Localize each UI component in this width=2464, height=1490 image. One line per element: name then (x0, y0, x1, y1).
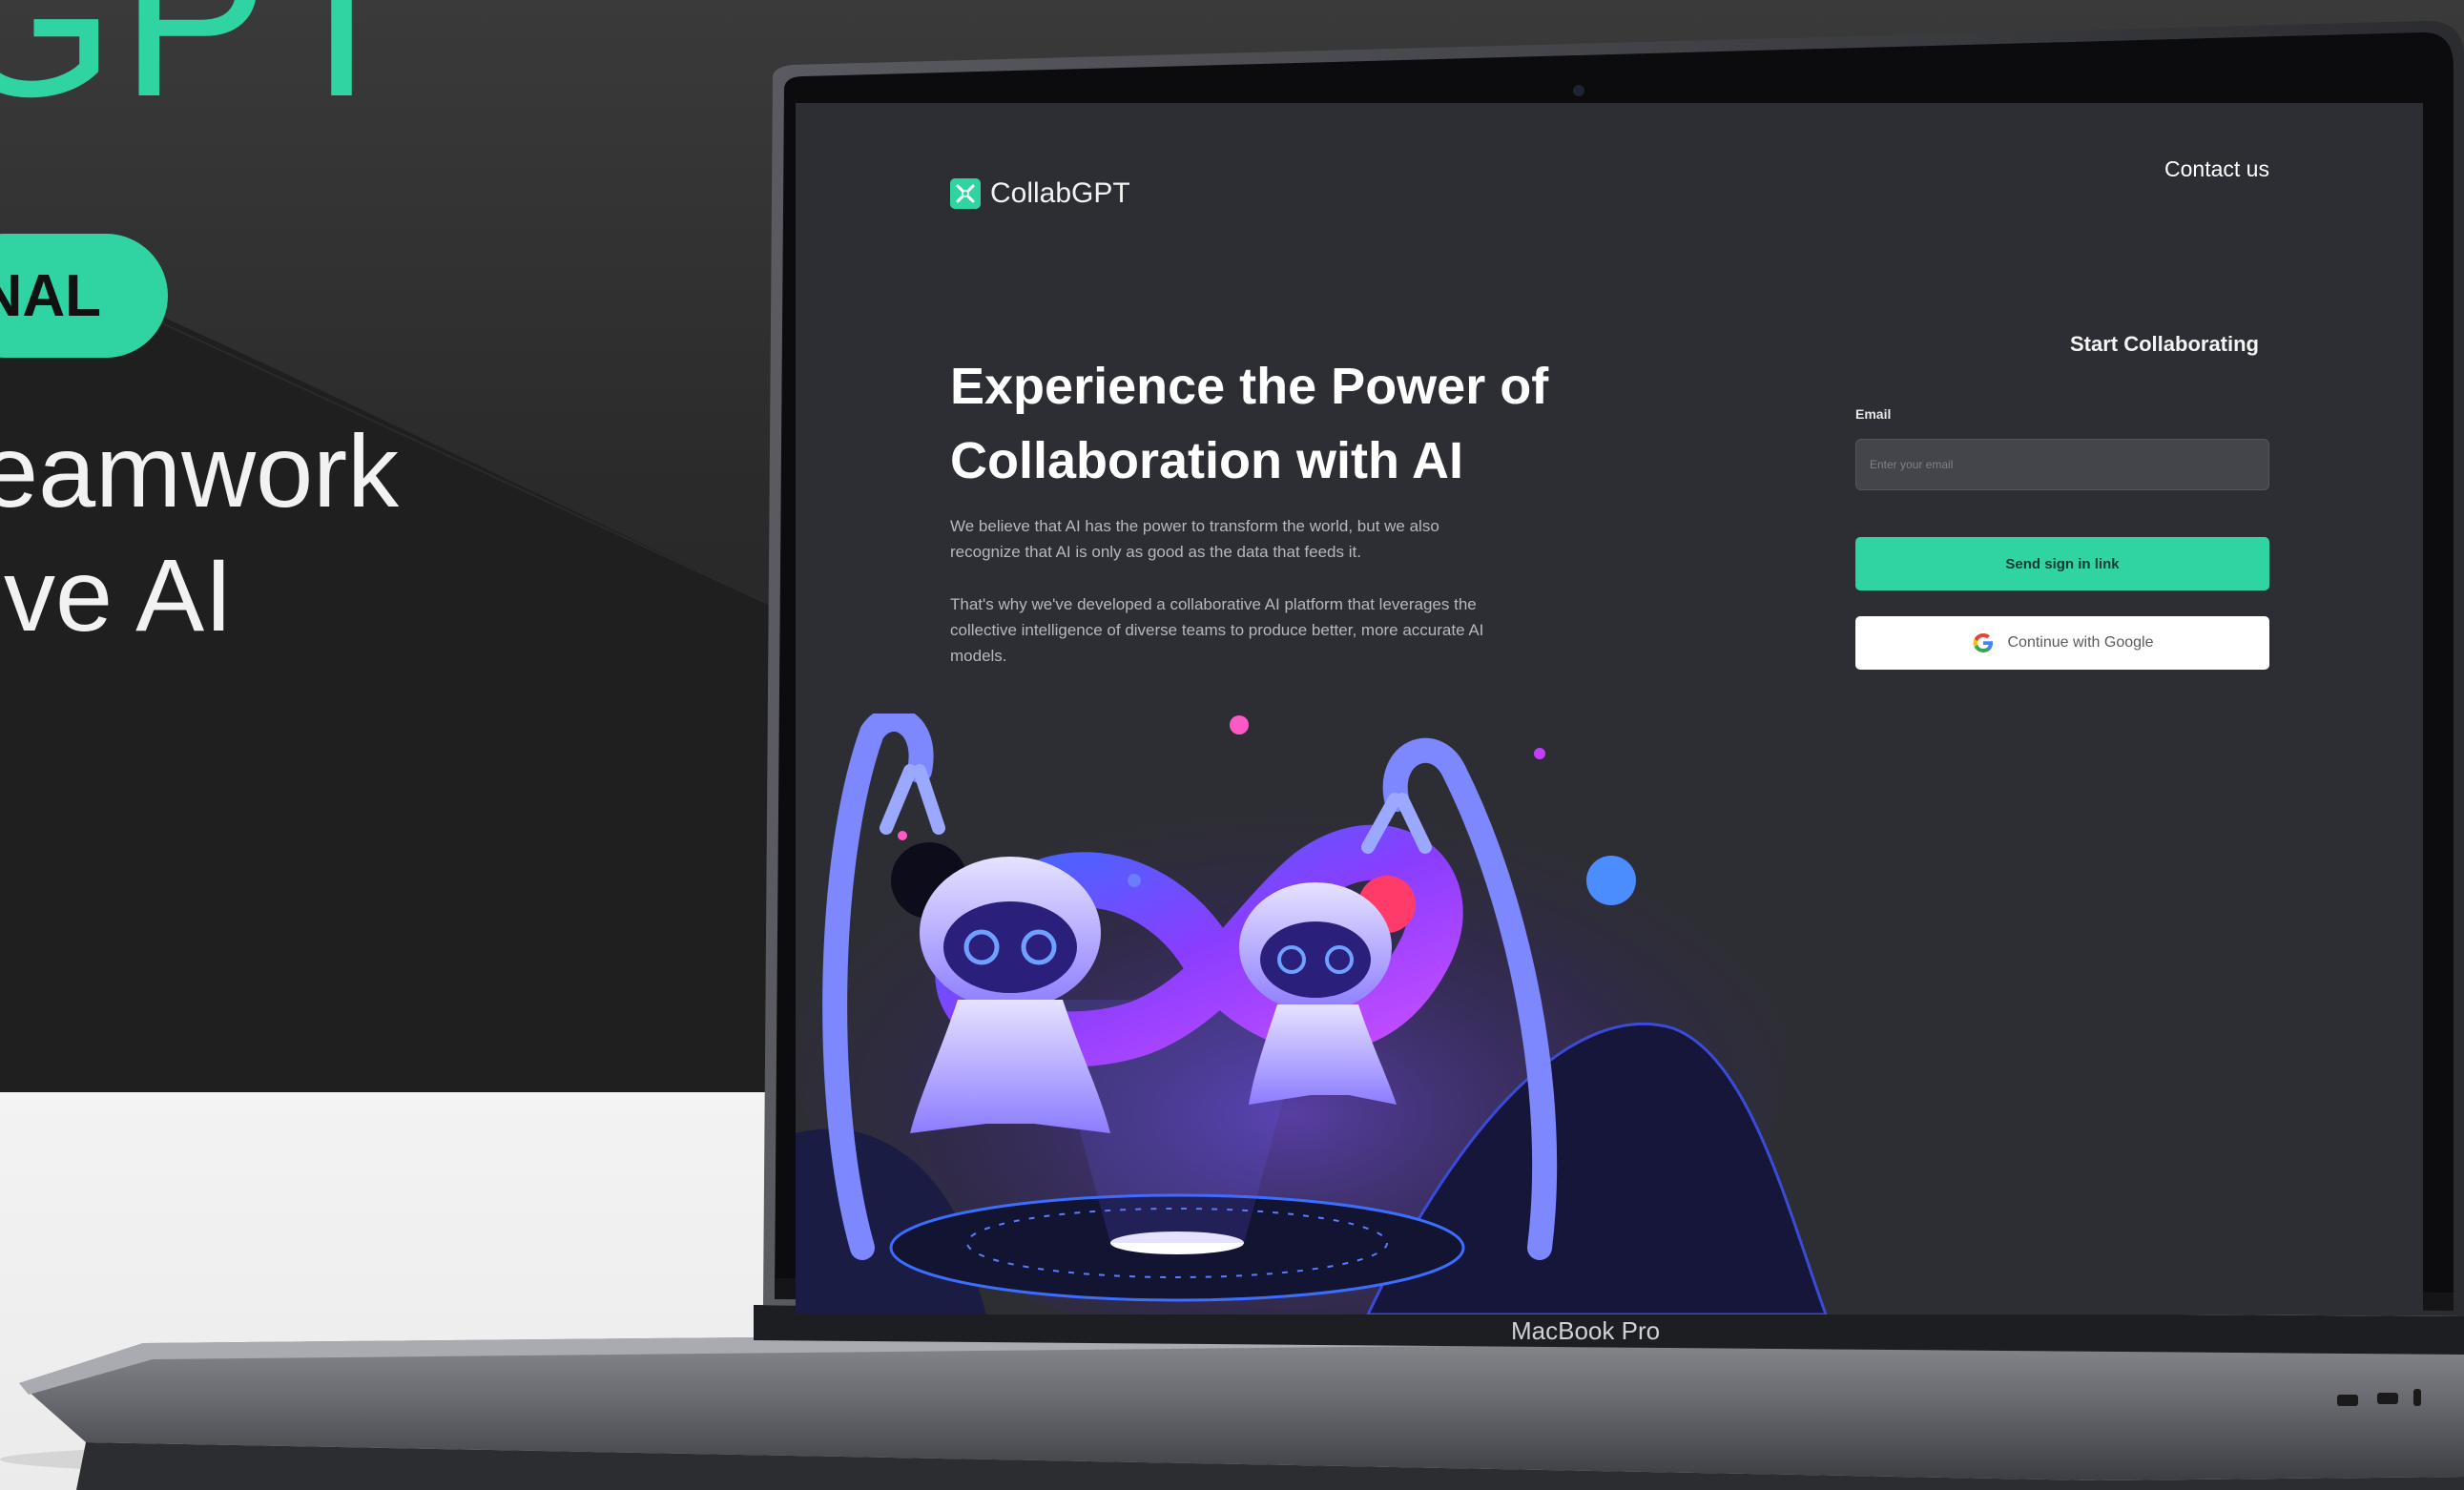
continue-with-google-label: Continue with Google (2007, 634, 2154, 651)
laptop-screen: CollabGPT Contact us Experience the Powe… (796, 103, 2423, 1314)
email-field[interactable] (1855, 439, 2269, 490)
form-title: Start Collaborating (2069, 332, 2259, 356)
send-sign-in-link-label: Send sign in link (2005, 555, 2120, 572)
google-icon (1973, 633, 1993, 652)
camera-icon (1573, 85, 1584, 96)
robots-infinity-illustration (796, 714, 1828, 1314)
send-sign-in-link-button[interactable]: Send sign in link (1855, 537, 2269, 590)
device-model-label: MacBook Pro (1511, 1316, 1661, 1345)
hero-paragraph-1: We believe that AI has the power to tran… (950, 517, 1439, 561)
hero-title: Experience the Power of Collaboration wi… (950, 358, 1549, 489)
collab-logo-icon (950, 178, 981, 209)
contact-us-link[interactable]: Contact us (2164, 156, 2269, 182)
email-label: Email (1855, 406, 1892, 422)
brand-logo[interactable]: CollabGPT (950, 177, 1130, 210)
brand-name: CollabGPT (990, 177, 1130, 209)
usb-port-icon (2337, 1395, 2358, 1406)
continue-with-google-button[interactable]: Continue with Google (1855, 616, 2269, 670)
hero-paragraph-2: That's why we've developed a collaborati… (950, 595, 1484, 665)
